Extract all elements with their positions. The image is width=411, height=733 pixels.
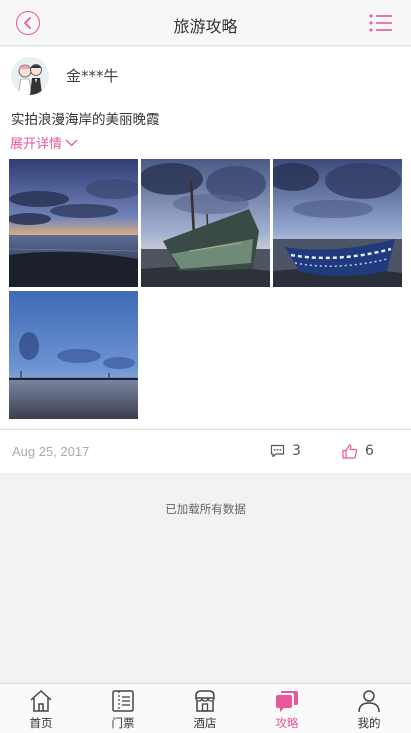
- chevron-down-icon: [65, 139, 78, 146]
- like-count: 6: [365, 443, 374, 459]
- list-menu-icon: [369, 14, 392, 32]
- comment-count: 3: [292, 443, 301, 459]
- page-title: 旅游攻略: [173, 17, 238, 36]
- expand-label: 展开详情: [10, 137, 63, 152]
- tab-guide[interactable]: 攻略: [246, 684, 328, 733]
- tab-home[interactable]: 首页: [0, 684, 82, 733]
- ticket-icon: [112, 690, 134, 712]
- all-loaded-message: 已加载所有数据: [165, 502, 246, 516]
- person-icon: [358, 690, 380, 713]
- tab-tickets-label: 门票: [111, 716, 135, 730]
- tab-guide-label: 攻略: [275, 716, 299, 730]
- tab-tickets[interactable]: 门票: [82, 684, 164, 733]
- tab-hotel-label: 酒店: [193, 716, 217, 730]
- username[interactable]: 金***牛: [66, 65, 119, 86]
- post-date: Aug 25, 2017: [12, 444, 90, 459]
- bottom-tab-bar: 首页 门票 酒店 攻略 我的: [0, 683, 411, 733]
- thumbs-up-icon: [342, 443, 358, 459]
- tab-hotel[interactable]: 酒店: [164, 684, 246, 733]
- post-text: 实拍浪漫海岸的美丽晚霞: [11, 112, 160, 128]
- post-stats-bar: Aug 25, 2017 3 6: [0, 429, 411, 473]
- post-photo-4[interactable]: [9, 291, 138, 419]
- tab-profile-label: 我的: [357, 716, 381, 730]
- tab-profile[interactable]: 我的: [328, 684, 410, 733]
- home-icon: [30, 690, 52, 712]
- guide-icon: [276, 691, 298, 712]
- hotel-icon: [195, 690, 215, 712]
- like-button[interactable]: 6: [342, 443, 374, 459]
- top-nav-bar: 旅游攻略: [0, 0, 411, 46]
- post-photo-3[interactable]: [273, 159, 402, 287]
- expand-details-link[interactable]: 展开详情: [10, 133, 78, 152]
- tab-home-label: 首页: [29, 716, 53, 730]
- post-card: 金***牛 实拍浪漫海岸的美丽晚霞 展开详情: [0, 47, 411, 428]
- couple-avatar-icon: [11, 57, 49, 95]
- comment-button[interactable]: 3: [270, 443, 301, 459]
- post-photo-2[interactable]: [141, 159, 270, 287]
- avatar[interactable]: [11, 57, 49, 95]
- post-photo-1[interactable]: [9, 159, 138, 287]
- menu-button[interactable]: [369, 13, 393, 33]
- comment-icon: [270, 444, 285, 458]
